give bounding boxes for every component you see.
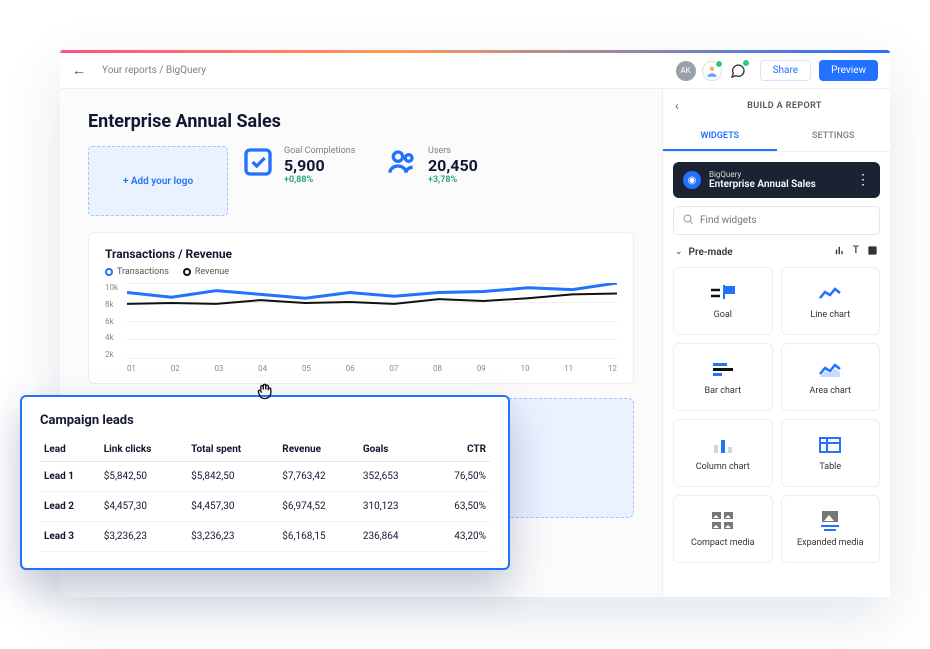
tab-widgets[interactable]: WIDGETS [663,123,777,151]
preview-button[interactable]: Preview [819,60,878,81]
bigquery-icon: ◉ [683,171,701,189]
widget-tile-table[interactable]: Table [781,419,881,487]
widget-tile-column-chart[interactable]: Column chart [673,419,773,487]
kpi-goal-completions: Goal Completions 5,900 +0,88% [242,146,372,216]
column-chart-icon [713,434,733,456]
comments-icon[interactable] [728,61,748,81]
text-type-icon[interactable]: T [853,245,859,259]
kpi-label: Users [428,146,478,156]
table-header: Lead [40,438,100,462]
table-row[interactable]: Lead 1$5,842,50$5,842,50$7,763,42352,653… [40,462,490,492]
campaign-leads-widget[interactable]: Campaign leads LeadLink clicksTotal spen… [20,395,510,570]
widget-tile-line-chart[interactable]: Line chart [781,267,881,335]
chart-title: Transactions / Revenue [105,247,617,261]
widget-label: Column chart [696,462,750,472]
kpi-label: Goal Completions [284,146,355,156]
chevron-down-icon[interactable]: ⌄ [675,247,683,257]
legend-item: Revenue [183,267,229,277]
table-header: Revenue [278,438,359,462]
area-chart-icon [819,358,841,380]
add-logo-button[interactable]: + Add your logo [88,146,228,216]
kpi-delta: +0,88% [284,175,355,185]
grab-cursor-icon [255,381,275,404]
widget-label: Compact media [691,538,755,548]
datasource-name: Enterprise Annual Sales [709,179,848,190]
widget-tile-expanded-media[interactable]: Expanded media [781,495,881,563]
widget-label: Line chart [810,310,850,320]
widget-label: Goal [714,310,732,320]
table-title: Campaign leads [40,413,490,428]
sidebar-title: BUILD A REPORT [691,101,878,111]
widget-label: Expanded media [797,538,863,548]
goal-icon [710,282,736,304]
search-input[interactable] [700,215,871,226]
avatar[interactable] [702,61,722,81]
search-input-wrapper[interactable] [673,206,880,235]
back-button[interactable]: ← [72,62,96,79]
users-icon [386,146,418,178]
datasource-selector[interactable]: ◉ BigQuery Enterprise Annual Sales ⋮ [673,162,880,198]
premade-label: Pre-made [689,247,834,258]
more-icon[interactable]: ⋮ [856,172,870,188]
page-title: Enterprise Annual Sales [88,111,634,132]
search-icon [682,213,694,228]
line-chart-icon [819,282,841,304]
kpi-value: 5,900 [284,156,355,175]
tab-settings[interactable]: SETTINGS [777,123,891,151]
table-icon [819,434,841,456]
bar-chart-icon [713,358,733,380]
compact-media-icon [712,510,734,532]
table-row[interactable]: Lead 3$3,236,23$3,236,23$6,168,15236,864… [40,522,490,552]
widget-label: Area chart [809,386,851,396]
legend-item: Transactions [105,267,169,277]
table-header: Link clicks [100,438,187,462]
check-icon [242,146,274,178]
widget-tile-area-chart[interactable]: Area chart [781,343,881,411]
table-header: Total spent [187,438,278,462]
add-logo-label: + Add your logo [123,176,193,187]
kpi-value: 20,450 [428,156,478,175]
bar-type-icon[interactable] [834,245,845,259]
widget-tile-compact-media[interactable]: Compact media [673,495,773,563]
widget-label: Table [819,462,841,472]
widget-label: Bar chart [704,386,741,396]
sidebar-back-button[interactable]: ‹ [675,99,691,113]
share-button[interactable]: Share [760,60,811,81]
widget-tile-goal[interactable]: Goal [673,267,773,335]
image-type-icon[interactable] [867,245,878,259]
chart-card[interactable]: Transactions / Revenue Transactions Reve… [88,232,634,384]
table-header: Goals [359,438,428,462]
datasource-provider: BigQuery [709,170,848,179]
kpi-users: Users 20,450 +3,78% [386,146,516,216]
widget-tile-bar-chart[interactable]: Bar chart [673,343,773,411]
table-header: CTR [427,438,490,462]
expanded-media-icon [819,510,841,532]
kpi-delta: +3,78% [428,175,478,185]
avatar[interactable]: AK [676,61,696,81]
table-row[interactable]: Lead 2$4,457,30$4,457,30$6,974,52310,123… [40,492,490,522]
breadcrumb: Your reports / BigQuery [102,65,676,76]
